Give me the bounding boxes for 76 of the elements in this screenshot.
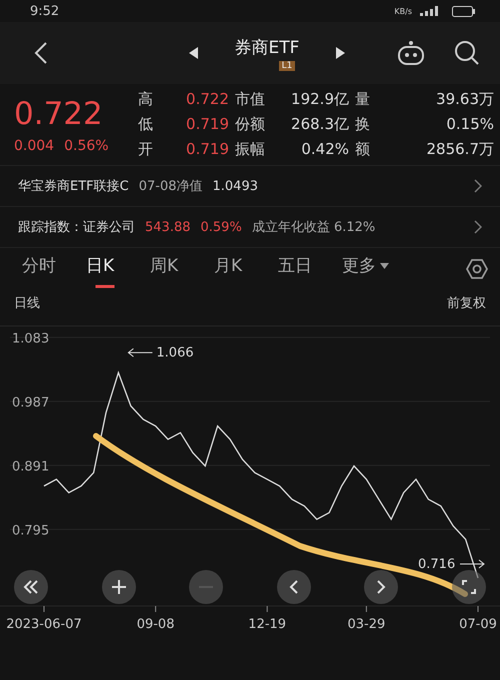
date-tick: 09-08: [136, 617, 174, 632]
index-percent: 0.59%: [200, 220, 242, 234]
current-price: 0.722: [14, 95, 104, 134]
zoom-out-button[interactable]: [189, 570, 224, 604]
chevron-right-icon: [376, 579, 386, 595]
date-tick: 03-29: [348, 617, 386, 632]
stat-value: 0.719: [185, 140, 229, 159]
date-tick: 2023-06-07: [6, 617, 82, 632]
stat-label: 高: [138, 90, 154, 109]
period-label: 日线: [14, 295, 40, 312]
chart-tab[interactable]: 月K: [202, 250, 264, 288]
axis-tick: 0.795: [12, 523, 50, 538]
scroll-right-button[interactable]: [364, 570, 398, 604]
annotation: 0.716: [418, 557, 456, 572]
previous-icon[interactable]: [188, 47, 199, 59]
date-tick: 07-09: [459, 617, 497, 632]
nav-value: 1.0493: [212, 178, 258, 194]
axis-tick: 1.083: [12, 331, 50, 346]
chart-tab[interactable]: 五日: [266, 250, 328, 288]
annotation: 1.066: [156, 346, 194, 361]
price-change: 0.004: [14, 138, 54, 154]
extreme-annotation: 1.066: [128, 346, 194, 361]
percent-change: 0.56%: [64, 138, 109, 154]
settings-icon[interactable]: [466, 258, 488, 280]
stat-value: 0.15%: [445, 115, 494, 134]
date-tick: 12-19: [248, 617, 286, 632]
stat-value: 0.722: [185, 90, 229, 109]
back-icon[interactable]: [34, 41, 48, 65]
nav-label: 07-08净值: [138, 178, 202, 195]
fund-row[interactable]: 华宝券商ETF联接C 07-08净值 1.0493: [0, 165, 500, 206]
robot-icon[interactable]: [396, 40, 426, 66]
search-icon[interactable]: [454, 40, 480, 66]
next-icon[interactable]: [335, 47, 346, 59]
stat-label: 低: [138, 115, 154, 134]
chart-tab[interactable]: 周K: [138, 250, 200, 288]
axis-tick: 0.891: [12, 459, 50, 474]
stat-value: 2856.7万: [426, 140, 494, 159]
chart-tab[interactable]: 分时: [10, 250, 72, 288]
stat-label: 开: [138, 140, 154, 159]
stat-label: 市值: [235, 90, 266, 109]
extreme-annotation: 0.716: [418, 557, 485, 572]
plus-icon: [110, 579, 127, 595]
stat-label: 振幅: [235, 140, 266, 159]
double-chevron-icon: [22, 579, 40, 595]
stat-label: 量: [355, 90, 371, 109]
zoom-in-button[interactable]: [102, 570, 136, 604]
axis-tick: 0.987: [12, 395, 50, 410]
caret-icon: [380, 262, 389, 268]
stock-title: 券商ETF: [234, 36, 300, 58]
stat-label: 额: [355, 140, 371, 159]
network-speed: KB/s: [394, 6, 412, 16]
battery-icon: [452, 6, 476, 16]
status-time: 9:52: [30, 4, 60, 18]
reset-button[interactable]: [452, 570, 486, 604]
chart-tab[interactable]: 更多: [330, 250, 401, 288]
fund-name: 华宝券商ETF联接C: [18, 178, 129, 195]
chevron-icon: [474, 220, 482, 234]
stat-value: 0.42%: [300, 140, 349, 159]
index-row[interactable]: 跟踪指数：证券公司 543.88 0.59% 成立年化收益 6.12%: [0, 206, 500, 247]
stat-value: 39.63万: [435, 90, 494, 109]
stat-label: 份额: [235, 115, 266, 134]
level-badge: L1: [278, 60, 296, 70]
rewind-button[interactable]: [14, 570, 48, 604]
corners-icon: [460, 579, 477, 595]
scroll-left-button[interactable]: [276, 570, 311, 604]
stat-value: 0.719: [185, 115, 229, 134]
annual-return: 成立年化收益 6.12%: [252, 219, 376, 236]
stat-label: 换: [355, 115, 371, 134]
index-label: 跟踪指数：证券公司: [18, 219, 135, 236]
chevron-icon: [474, 179, 482, 193]
adjust-label[interactable]: 前复权: [447, 294, 486, 312]
chevron-left-icon: [288, 579, 299, 595]
stat-value: 268.3亿: [290, 115, 349, 134]
index-value: 543.88: [145, 220, 190, 234]
stat-value: 192.9亿: [290, 90, 349, 109]
chart-tab[interactable]: 日K: [74, 250, 136, 288]
